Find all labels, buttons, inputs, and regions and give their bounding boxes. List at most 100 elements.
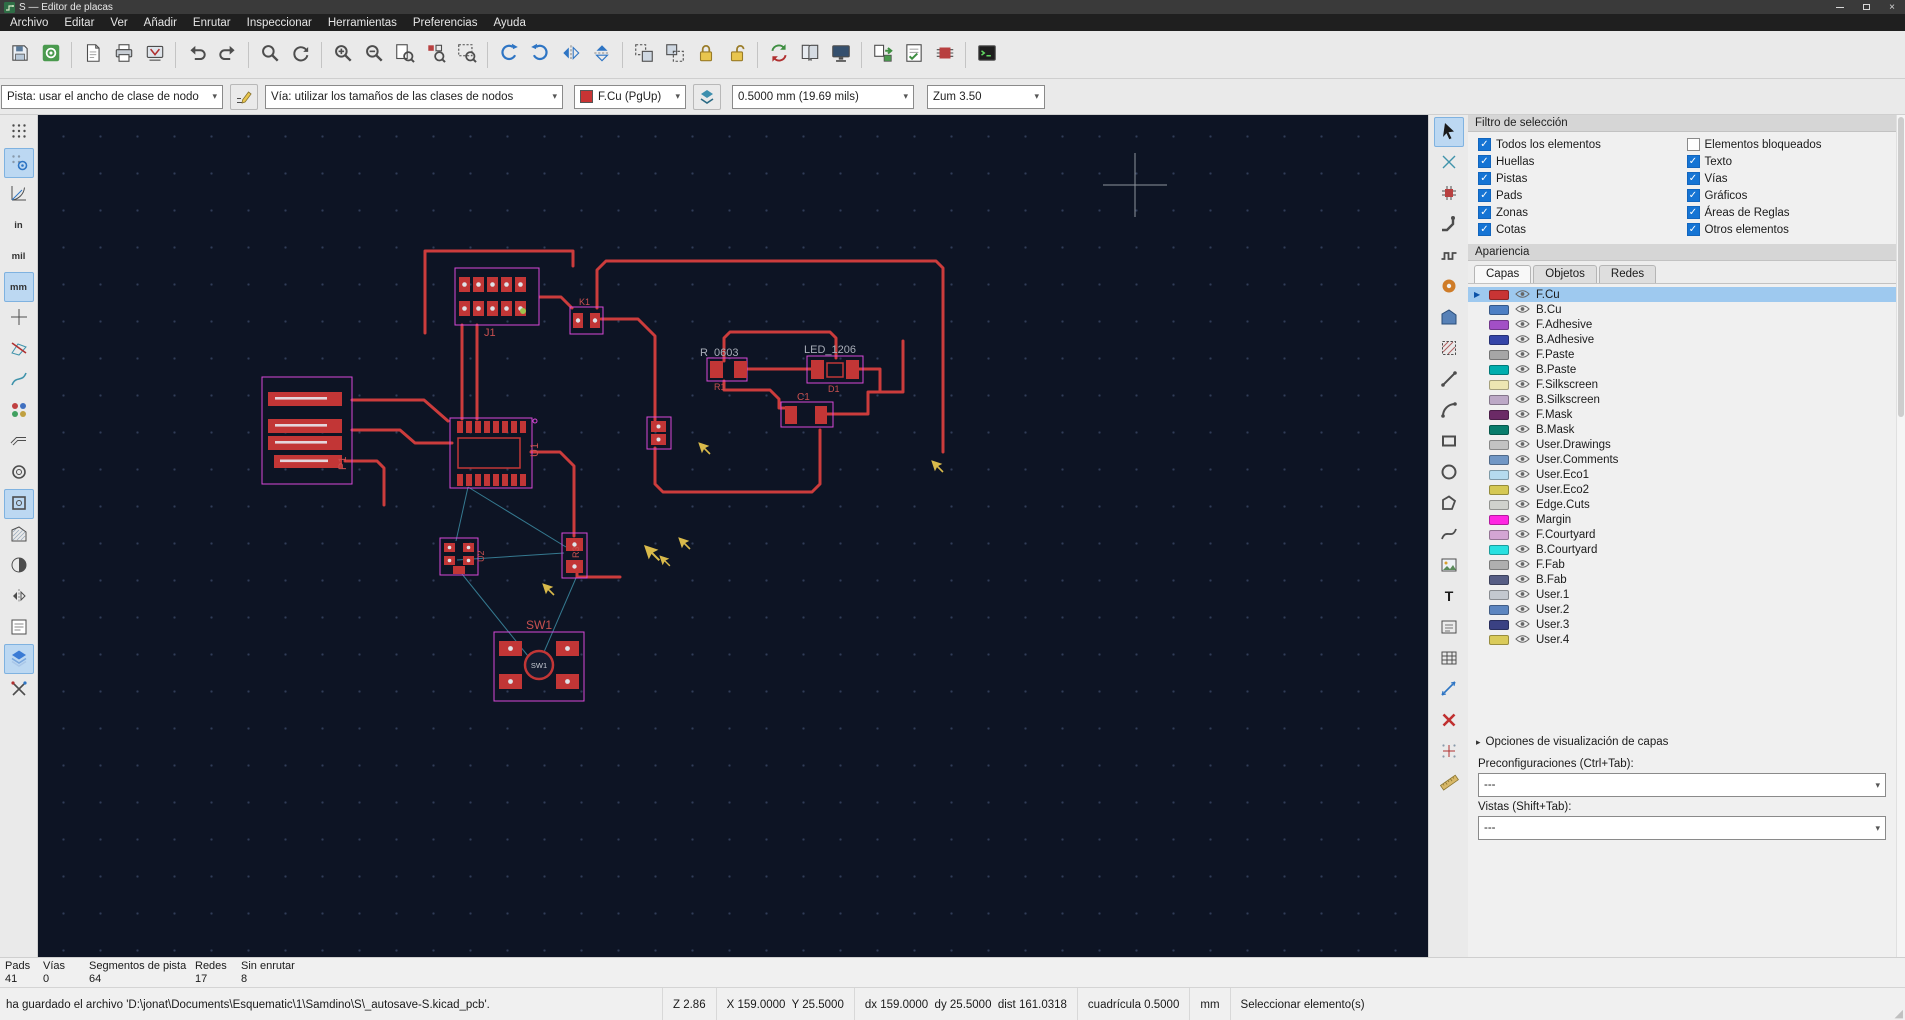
close-button[interactable]: ×	[1879, 0, 1905, 14]
layer-row-User.1[interactable]: User.1	[1468, 587, 1905, 602]
checkbox-icon[interactable]: ✓	[1686, 172, 1700, 185]
footprint-p1[interactable]: P1	[261, 376, 353, 485]
layer-row-User.Eco2[interactable]: User.Eco2	[1468, 482, 1905, 497]
checkbox-icon[interactable]: ✓	[1686, 206, 1700, 219]
checkbox-icon[interactable]: ✓	[1478, 155, 1491, 168]
tune-length-tool[interactable]	[1434, 241, 1464, 271]
layer-row-Edge.Cuts[interactable]: Edge.Cuts	[1468, 497, 1905, 512]
filter-item-4[interactable]: ✓ Pistas	[1478, 172, 1687, 185]
layer-display-options-link[interactable]: ▸ Opciones de visualización de capas	[1468, 733, 1905, 751]
layer-visibility-eye-icon[interactable]	[1515, 619, 1530, 630]
layer-color-swatch[interactable]	[1489, 574, 1509, 585]
unlock-button[interactable]	[721, 39, 752, 70]
layer-color-swatch[interactable]	[1489, 499, 1509, 510]
layer-color-swatch[interactable]	[1489, 319, 1509, 330]
layer-color-swatch[interactable]	[1489, 589, 1509, 600]
layer-visibility-eye-icon[interactable]	[1515, 364, 1530, 375]
layer-color-swatch[interactable]	[1489, 514, 1509, 525]
polar-coordinates-tool[interactable]	[4, 179, 34, 209]
crosshair-full-tool[interactable]	[4, 303, 34, 333]
zoom-fit-objects-button[interactable]	[420, 39, 451, 70]
lock-button[interactable]	[690, 39, 721, 70]
layer-color-swatch[interactable]	[1489, 484, 1509, 495]
menu-item-8[interactable]: Ayuda	[485, 17, 533, 29]
layer-color-swatch[interactable]	[1489, 334, 1509, 345]
layer-color-swatch[interactable]	[1489, 604, 1509, 615]
print-button[interactable]	[108, 39, 139, 70]
layer-row-F.Courtyard[interactable]: F.Courtyard	[1468, 527, 1905, 542]
rotate-cw-button[interactable]	[524, 39, 555, 70]
menu-item-6[interactable]: Herramientas	[320, 17, 405, 29]
menu-item-4[interactable]: Enrutar	[185, 17, 239, 29]
minimize-button[interactable]	[1827, 0, 1853, 14]
menu-item-2[interactable]: Ver	[102, 17, 135, 29]
add-footprint-tool[interactable]	[1434, 179, 1464, 209]
layer-visibility-eye-icon[interactable]	[1515, 514, 1530, 525]
page-settings-button[interactable]	[77, 39, 108, 70]
add-textbox-tool[interactable]	[1434, 613, 1464, 643]
tab-capas[interactable]: Capas	[1474, 265, 1532, 283]
library-browser-button[interactable]	[794, 39, 825, 70]
component-ref-k1[interactable]: K1	[579, 297, 590, 307]
filter-item-11[interactable]: ✓ Otros elementos	[1686, 223, 1896, 236]
draw-arc-tool[interactable]	[1434, 396, 1464, 426]
filter-item-3[interactable]: ✓ Texto	[1686, 155, 1896, 168]
resize-grip[interactable]: ◢	[1895, 1007, 1903, 1020]
zoom-out-button[interactable]	[358, 39, 389, 70]
layer-visibility-eye-icon[interactable]	[1515, 559, 1530, 570]
layer-row-User.Eco1[interactable]: User.Eco1	[1468, 467, 1905, 482]
layer-row-F.Paste[interactable]: F.Paste	[1468, 347, 1905, 362]
scripting-console-button[interactable]	[971, 39, 1002, 70]
layer-visibility-eye-icon[interactable]	[1515, 409, 1530, 420]
filter-item-0[interactable]: ✓ Todos los elementos	[1478, 138, 1687, 151]
layer-visibility-eye-icon[interactable]	[1515, 334, 1530, 345]
layer-visibility-eye-icon[interactable]	[1515, 394, 1530, 405]
edit-predefined-sizes-button[interactable]	[230, 83, 258, 110]
layer-color-swatch[interactable]	[1489, 454, 1509, 465]
layer-color-swatch[interactable]	[1489, 349, 1509, 360]
undo-button[interactable]	[181, 39, 212, 70]
layer-row-Margin[interactable]: Margin	[1468, 512, 1905, 527]
layer-color-swatch[interactable]	[1489, 469, 1509, 480]
ratsnest-visibility-tool[interactable]	[4, 334, 34, 364]
ratsnest-curved-tool[interactable]	[4, 365, 34, 395]
menu-item-7[interactable]: Preferencias	[405, 17, 486, 29]
draw-circle-tool[interactable]	[1434, 458, 1464, 488]
filter-item-6[interactable]: ✓ Pads	[1478, 189, 1687, 202]
layer-row-F.Adhesive[interactable]: F.Adhesive	[1468, 317, 1905, 332]
layer-color-swatch[interactable]	[1489, 559, 1509, 570]
checkbox-icon[interactable]: ✓	[1686, 223, 1700, 236]
properties-tool[interactable]	[4, 613, 34, 643]
component-ref-c1[interactable]: C1	[797, 392, 810, 403]
layer-row-B.Mask[interactable]: B.Mask	[1468, 422, 1905, 437]
layer-row-B.Paste[interactable]: B.Paste	[1468, 362, 1905, 377]
checkbox-icon[interactable]: ✓	[1478, 206, 1491, 219]
layer-row-User.2[interactable]: User.2	[1468, 602, 1905, 617]
layer-row-F.Silkscreen[interactable]: F.Silkscreen	[1468, 377, 1905, 392]
filter-item-2[interactable]: ✓ Huellas	[1478, 155, 1687, 168]
measure-tool[interactable]	[1434, 768, 1464, 798]
footprint-r1[interactable]: R_0603 R1	[700, 347, 748, 392]
presets-select[interactable]: --- ▾	[1478, 773, 1886, 797]
add-image-tool[interactable]	[1434, 551, 1464, 581]
menu-item-3[interactable]: Añadir	[136, 17, 185, 29]
footprint-d1[interactable]: LED_1206 D1	[804, 344, 864, 394]
layer-row-User.Drawings[interactable]: User.Drawings	[1468, 437, 1905, 452]
maximize-button[interactable]	[1853, 0, 1879, 14]
mirror-button[interactable]	[586, 39, 617, 70]
filter-item-5[interactable]: ✓ Vías	[1686, 172, 1896, 185]
component-ref-u1[interactable]: U1	[529, 443, 541, 457]
footprint-r3[interactable]: R3	[561, 532, 588, 579]
layer-color-swatch[interactable]	[1489, 409, 1509, 420]
flip-board-button[interactable]	[555, 39, 586, 70]
tab-objetos[interactable]: Objetos	[1533, 265, 1597, 283]
checkbox-icon[interactable]: ✓	[1478, 172, 1491, 185]
add-text-tool[interactable]: T	[1434, 582, 1464, 612]
appearance-pane-tool[interactable]	[3, 644, 34, 674]
layer-visibility-eye-icon[interactable]	[1515, 469, 1530, 480]
layer-visibility-eye-icon[interactable]	[1515, 454, 1530, 465]
add-zone-tool[interactable]	[1434, 303, 1464, 333]
layer-color-swatch[interactable]	[1489, 634, 1509, 645]
find-button[interactable]	[254, 39, 285, 70]
grid-settings-tool[interactable]	[3, 148, 34, 178]
